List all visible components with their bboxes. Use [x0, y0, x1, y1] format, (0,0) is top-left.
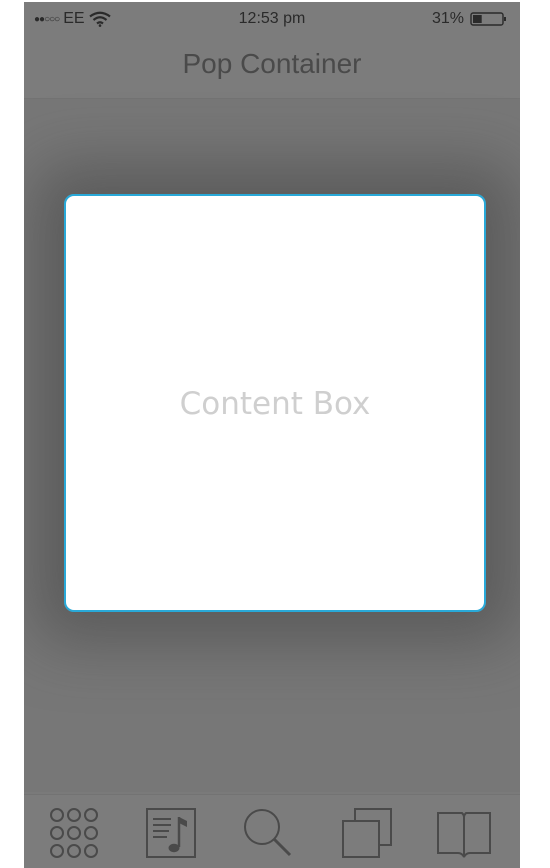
content-box-label: Content Box — [179, 386, 371, 422]
phone-screen: ●●○○○ EE 12:53 pm 31% Pop Container Cont… — [24, 2, 520, 868]
battery-percent: 31% — [431, 10, 464, 27]
status-bar: ●●○○○ EE 12:53 pm 31% — [24, 2, 520, 36]
tab-copy[interactable] — [337, 805, 397, 861]
tab-book[interactable] — [434, 805, 494, 861]
content-box[interactable]: Content Box — [64, 194, 486, 612]
page-title: Pop Container — [182, 48, 362, 79]
navigation-bar: Pop Container — [24, 36, 520, 99]
status-right: 31% — [432, 10, 508, 28]
tab-grid[interactable] — [44, 805, 104, 861]
tab-music[interactable] — [141, 805, 201, 861]
tab-search[interactable] — [238, 805, 298, 861]
copy-icon — [342, 808, 392, 858]
tab-bar — [24, 794, 520, 868]
search-icon — [244, 809, 292, 857]
battery-icon — [470, 11, 508, 27]
grid-icon — [50, 808, 98, 858]
book-icon — [437, 812, 491, 858]
music-note-icon — [146, 808, 196, 858]
